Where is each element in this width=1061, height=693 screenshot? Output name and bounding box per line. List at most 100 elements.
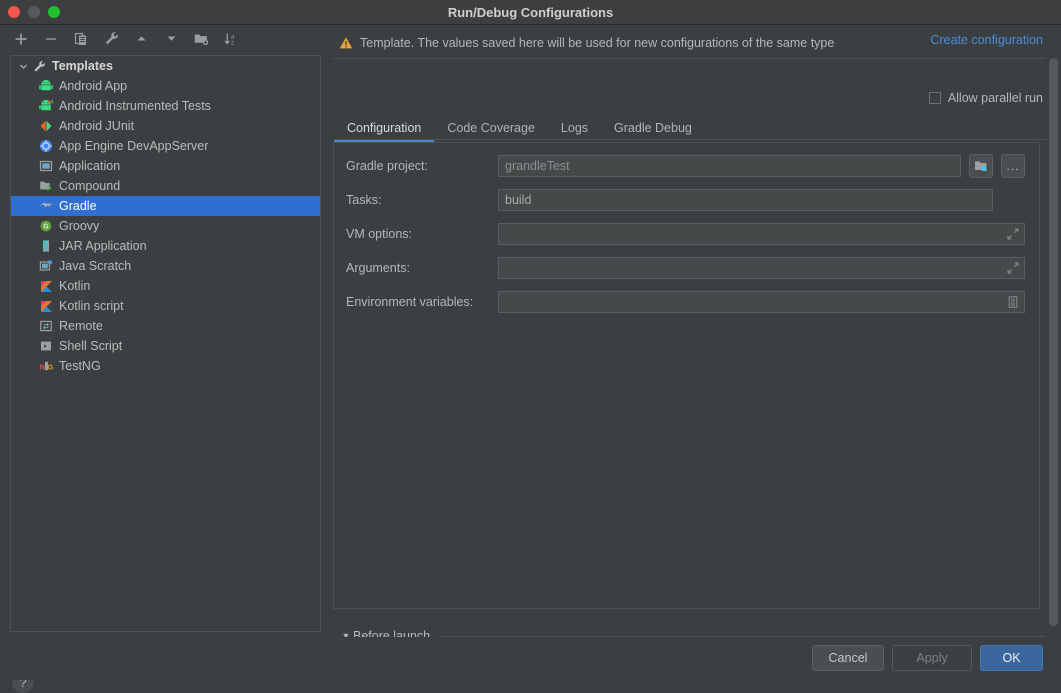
tree-root-templates[interactable]: Templates <box>11 56 320 76</box>
zoom-window-button[interactable] <box>48 6 60 18</box>
tree-item-label: Android JUnit <box>59 119 134 133</box>
move-down-button[interactable] <box>160 28 182 50</box>
junit-icon <box>38 118 54 134</box>
template-banner-text: Template. The values saved here will be … <box>360 36 834 50</box>
tree-item-remote[interactable]: Remote <box>11 316 320 336</box>
tree-item-app-engine-devappserver[interactable]: App Engine DevAppServer <box>11 136 320 156</box>
remote-icon <box>38 318 54 334</box>
window-title: Run/Debug Configurations <box>0 0 1061 25</box>
vm-options-label: VM options: <box>346 227 498 241</box>
tree-item-label: Groovy <box>59 219 99 233</box>
apply-button[interactable]: Apply <box>892 645 972 671</box>
svg-text:a: a <box>231 34 235 40</box>
gradle-elephant-icon <box>38 198 54 214</box>
folder-browse-icon[interactable] <box>969 154 993 178</box>
tasks-label: Tasks: <box>346 193 498 207</box>
tree-item-label: Remote <box>59 319 103 333</box>
chevron-down-icon[interactable] <box>17 60 30 73</box>
close-window-button[interactable] <box>8 6 20 18</box>
kotlin-icon <box>38 278 54 294</box>
tabs-underline <box>334 139 1046 140</box>
svg-text:N: N <box>40 362 45 371</box>
sort-alphabetically-button[interactable]: a z <box>220 28 242 50</box>
gradle-project-more-button[interactable]: ... <box>1001 154 1025 178</box>
configuration-form: Gradle project: grandleTest ... Tasks: <box>334 143 1041 325</box>
jar-icon <box>38 238 54 254</box>
sidebar-toolbar: a z <box>0 25 330 52</box>
tree-item-label: Java Scratch <box>59 259 131 273</box>
warning-triangle-icon <box>339 36 353 50</box>
android-icon <box>38 78 54 94</box>
compound-icon <box>38 178 54 194</box>
tree-item-android-junit[interactable]: Android JUnit <box>11 116 320 136</box>
tree-item-groovy[interactable]: G Groovy <box>11 216 320 236</box>
configurations-tree[interactable]: Templates Android App <box>10 55 321 632</box>
tree-item-label: JAR Application <box>59 239 147 253</box>
cancel-button[interactable]: Cancel <box>812 645 884 671</box>
vm-options-input[interactable] <box>498 223 1025 245</box>
tree-item-compound[interactable]: Compound <box>11 176 320 196</box>
expand-arrows-icon[interactable] <box>1007 228 1019 240</box>
run-debug-configurations-dialog: Run/Debug Configurations <box>0 0 1061 680</box>
tree-item-label: TestNG <box>59 359 101 373</box>
java-scratch-icon <box>38 258 54 274</box>
tree-item-label: Android App <box>59 79 127 93</box>
window-controls <box>8 6 60 18</box>
tree-item-label: Android Instrumented Tests <box>59 99 211 113</box>
arguments-input[interactable] <box>498 257 1025 279</box>
field-environment-variables: Environment variables: <box>334 291 1041 313</box>
configuration-form-panel: Gradle project: grandleTest ... Tasks: <box>333 142 1040 609</box>
android-tests-icon <box>38 98 54 114</box>
configurations-sidebar: a z Templates <box>0 25 330 637</box>
groovy-icon: G <box>38 218 54 234</box>
svg-text:G: G <box>43 223 49 230</box>
field-tasks: Tasks: build <box>334 189 1041 211</box>
ok-button[interactable]: OK <box>980 645 1043 671</box>
list-editor-icon[interactable] <box>1007 296 1019 308</box>
tree-item-application[interactable]: Application <box>11 156 320 176</box>
tree-item-label: Gradle <box>59 199 97 213</box>
environment-variables-label: Environment variables: <box>346 295 498 309</box>
details-scrollbar-thumb[interactable] <box>1049 58 1058 626</box>
banner-separator <box>333 58 1045 59</box>
copy-configuration-button[interactable] <box>70 28 92 50</box>
allow-parallel-run-row[interactable]: Allow parallel run <box>929 91 1043 105</box>
environment-variables-input[interactable] <box>498 291 1025 313</box>
create-configuration-link[interactable]: Create configuration <box>930 33 1043 47</box>
tree-item-gradle[interactable]: Gradle <box>11 196 320 216</box>
allow-parallel-run-checkbox[interactable] <box>929 92 941 104</box>
field-gradle-project: Gradle project: grandleTest ... <box>334 155 1041 177</box>
tree-item-shell-script[interactable]: Shell Script <box>11 336 320 356</box>
tree-item-kotlin-script[interactable]: Kotlin script <box>11 296 320 316</box>
details-scrollbar[interactable] <box>1049 56 1058 626</box>
remove-configuration-button[interactable] <box>40 28 62 50</box>
tree-item-kotlin[interactable]: Kotlin <box>11 276 320 296</box>
tree-item-label: Application <box>59 159 120 173</box>
tree-item-label: Shell Script <box>59 339 122 353</box>
tree-item-label: Kotlin <box>59 279 90 293</box>
tree-item-android-app[interactable]: Android App <box>11 76 320 96</box>
tasks-input[interactable]: build <box>498 189 993 211</box>
shell-script-icon <box>38 338 54 354</box>
arguments-label: Arguments: <box>346 261 498 275</box>
configuration-tabs[interactable]: Configuration Code Coverage Logs Gradle … <box>334 115 1046 142</box>
application-icon <box>38 158 54 174</box>
tree-item-label: Kotlin script <box>59 299 124 313</box>
tree-item-testng[interactable]: N G TestNG <box>11 356 320 376</box>
configuration-details-panel: Template. The values saved here will be … <box>331 25 1061 637</box>
testng-icon: N G <box>38 358 54 374</box>
edit-templates-wrench-button[interactable] <box>100 28 122 50</box>
minimize-window-button[interactable] <box>28 6 40 18</box>
tree-item-android-instrumented-tests[interactable]: Android Instrumented Tests <box>11 96 320 116</box>
tree-item-java-scratch[interactable]: Java Scratch <box>11 256 320 276</box>
app-engine-icon <box>38 138 54 154</box>
more-button-label: ... <box>1006 162 1019 170</box>
title-bar: Run/Debug Configurations <box>0 0 1061 25</box>
add-configuration-button[interactable] <box>10 28 32 50</box>
new-folder-icon[interactable] <box>190 28 212 50</box>
gradle-project-input[interactable]: grandleTest <box>498 155 961 177</box>
expand-arrows-icon[interactable] <box>1007 262 1019 274</box>
field-arguments: Arguments: <box>334 257 1041 279</box>
move-up-button[interactable] <box>130 28 152 50</box>
tree-item-jar-application[interactable]: JAR Application <box>11 236 320 256</box>
